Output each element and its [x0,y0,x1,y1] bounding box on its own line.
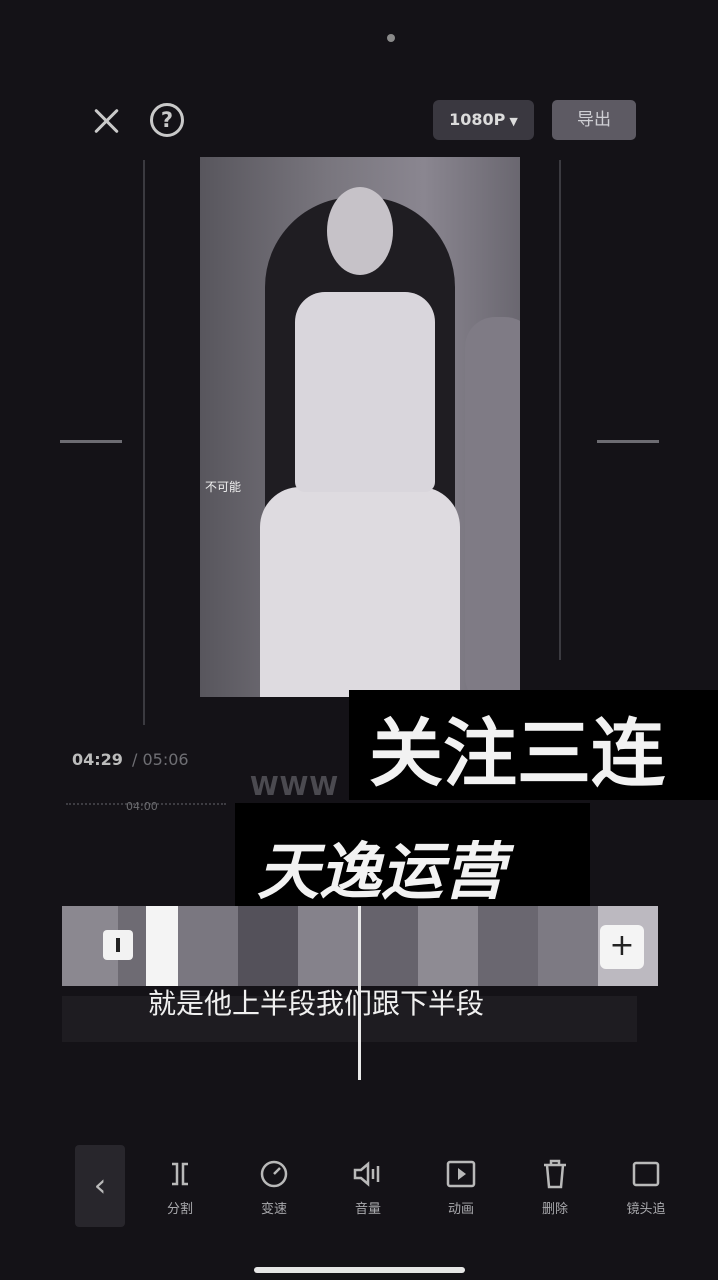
volume-icon [336,1158,400,1190]
canvas-guide-h-right [597,440,659,443]
preview-subtitle: 不可能 [205,480,242,494]
caret-down-icon: ▼ [509,115,518,128]
canvas-guide-right [559,160,561,660]
preview-figure-skirt [260,487,460,697]
promo-caption-1: 关注三连 [349,690,718,800]
track-thumbnail [358,906,418,986]
video-preview[interactable] [200,157,520,697]
ruler-tick-label: 04:00 [126,800,158,813]
back-button[interactable]: ‹ [75,1145,125,1227]
trim-handle-left[interactable] [103,930,133,960]
resolution-label: 1080P [449,110,506,129]
tool-volume[interactable]: 音量 [336,1158,400,1217]
camera-track-icon [614,1158,678,1190]
preview-figure-blouse [295,292,435,492]
tool-split[interactable]: 分割 [148,1158,212,1217]
promo-caption-1-text: 关注三连 [369,711,665,797]
track-thumbnail [538,906,598,986]
tool-speed-label: 变速 [260,1202,287,1217]
selected-clip-edge [146,906,178,986]
tool-delete[interactable]: 删除 [523,1158,587,1217]
camera-dot [387,34,395,42]
tool-camera-track-label: 镜头追 [626,1202,666,1217]
resolution-dropdown[interactable]: 1080P ▼ [433,100,534,140]
add-clip-button[interactable]: + [600,925,644,969]
promo-caption-2-text: 天逸运营 [257,835,506,908]
clip-caption: 就是他上半段我们跟下半段 [148,987,485,1020]
track-thumbnail [478,906,538,986]
tool-split-label: 分割 [166,1202,193,1217]
playhead[interactable] [358,906,361,1080]
tool-camera-track[interactable]: 镜头追 [614,1158,678,1217]
split-icon [148,1158,212,1190]
tool-volume-label: 音量 [354,1202,381,1217]
delete-icon [523,1158,587,1190]
preview-figure-background [465,317,520,697]
canvas-guide-left [143,160,145,725]
speed-icon [242,1158,306,1190]
export-button[interactable]: 导出 [552,100,636,140]
track-thumbnail [178,906,238,986]
tool-animation-label: 动画 [447,1202,474,1217]
tool-speed[interactable]: 变速 [242,1158,306,1217]
promo-caption-2: 天逸运营 [235,803,590,923]
animation-icon [429,1158,493,1190]
tool-animation[interactable]: 动画 [429,1158,493,1217]
total-time: / 05:06 [132,750,189,769]
home-indicator[interactable] [254,1267,465,1273]
current-time: 04:29 [72,750,123,769]
help-icon[interactable]: ? [150,103,184,137]
canvas-guide-h-left [60,440,122,443]
track-thumbnail [238,906,298,986]
preview-figure-face [327,187,393,275]
track-thumbnail [298,906,358,986]
watermark-text: WWW [250,772,340,802]
close-icon[interactable] [88,103,124,139]
tool-delete-label: 删除 [541,1202,568,1217]
track-thumbnail [418,906,478,986]
